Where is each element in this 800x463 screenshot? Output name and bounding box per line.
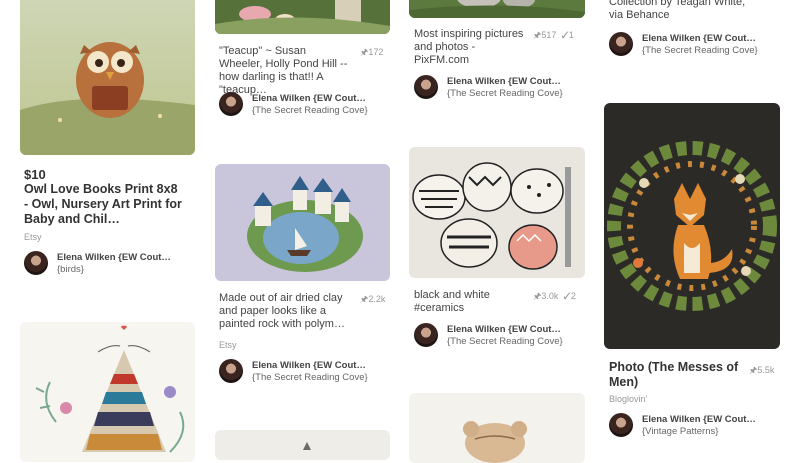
- pin-attribution[interactable]: Elena Wilken {EW Cout… {The Secret Readi…: [609, 32, 779, 58]
- pin-description[interactable]: Made out of air dried clay and paper loo…: [219, 292, 351, 331]
- pinner-name[interactable]: Elena Wilken {EW Cout…: [252, 93, 366, 104]
- board-name[interactable]: {The Secret Reading Cove}: [447, 88, 563, 99]
- check-icon: ✓: [561, 30, 569, 40]
- pin-image-fox[interactable]: [604, 103, 780, 349]
- pin-card-pixfm[interactable]: Most inspiring pictures and photos - Pix…: [409, 0, 585, 110]
- pinner-name[interactable]: Elena Wilken {EW Cout…: [642, 414, 756, 425]
- pin-description[interactable]: Owl Love Books Print 8x8 - Owl, Nursery …: [24, 182, 184, 227]
- pin-stats: 🖈︎517 ✓1: [533, 28, 574, 44]
- pin-image-partial[interactable]: [215, 430, 390, 460]
- avatar[interactable]: [24, 251, 48, 275]
- pin-source[interactable]: Etsy: [219, 340, 237, 350]
- repin-count: 517: [541, 30, 557, 40]
- pin-description[interactable]: "Teacup" ~ Susan Wheeler, Holly Pond Hil…: [219, 45, 351, 97]
- pin-image-pixfm[interactable]: [409, 0, 585, 18]
- pin-price: $10: [24, 167, 46, 182]
- repin-count: 172: [368, 47, 384, 57]
- pin-image-clay[interactable]: [215, 164, 390, 281]
- board-name[interactable]: {The Secret Reading Cove}: [447, 336, 563, 347]
- avatar[interactable]: [609, 413, 633, 437]
- pin-card-bear[interactable]: [409, 393, 585, 463]
- pinner-name[interactable]: Elena Wilken {EW Cout…: [252, 360, 366, 371]
- pin-image-bear[interactable]: [409, 393, 585, 463]
- repin-count: 5.5k: [757, 365, 775, 375]
- pin-card-fox[interactable]: Photo (The Messes of Men) 🖈︎5.5k Bloglov…: [604, 103, 780, 443]
- pin-card-ceramics[interactable]: black and white #ceramics 🖈︎3.0k ✓2 Elen…: [409, 147, 585, 357]
- pin-description[interactable]: Collection by Teagan White, via Behance: [609, 0, 749, 22]
- pin-attribution[interactable]: Elena Wilken {EW Cout… {The Secret Readi…: [414, 75, 584, 101]
- pin-card-teagan[interactable]: Collection by Teagan White, via Behance …: [604, 0, 780, 70]
- pin-stats: 🖈︎172: [360, 45, 383, 61]
- like-count: 2: [570, 291, 576, 301]
- avatar[interactable]: [414, 323, 438, 347]
- board-name[interactable]: {birds}: [57, 264, 84, 275]
- pin-image-teepee[interactable]: [20, 322, 195, 462]
- board-name[interactable]: {Vintage Patterns}: [642, 426, 718, 437]
- pin-attribution[interactable]: Elena Wilken {EW Cout… {The Secret Readi…: [219, 359, 389, 385]
- board-name[interactable]: {The Secret Reading Cove}: [252, 372, 368, 383]
- pin-image-teacup[interactable]: [215, 0, 390, 34]
- like-count: 1: [568, 30, 574, 40]
- pinner-name[interactable]: Elena Wilken {EW Cout…: [642, 33, 756, 44]
- pin-image-ceramics[interactable]: [409, 147, 585, 278]
- pin-description[interactable]: Photo (The Messes of Men): [609, 360, 744, 390]
- board-name[interactable]: {The Secret Reading Cove}: [642, 45, 758, 56]
- pin-card-teepee[interactable]: [20, 322, 195, 462]
- pinner-name[interactable]: Elena Wilken {EW Cout…: [447, 76, 561, 87]
- pin-attribution[interactable]: Elena Wilken {EW Cout… {The Secret Readi…: [219, 92, 389, 118]
- pin-stats: 🖈︎5.5k: [749, 363, 774, 379]
- pin-card-partial[interactable]: [215, 430, 390, 460]
- pin-description[interactable]: black and white #ceramics: [414, 289, 524, 315]
- pin-attribution[interactable]: Elena Wilken {EW Cout… {The Secret Readi…: [414, 323, 584, 349]
- repin-count: 2.2k: [368, 294, 386, 304]
- check-icon: ✓: [563, 291, 571, 301]
- pin-source[interactable]: Bloglovin': [609, 394, 647, 404]
- pinner-name[interactable]: Elena Wilken {EW Cout…: [57, 252, 171, 263]
- avatar[interactable]: [219, 359, 243, 383]
- avatar[interactable]: [414, 75, 438, 99]
- board-name[interactable]: {The Secret Reading Cove}: [252, 105, 368, 116]
- pin-card-teacup[interactable]: "Teacup" ~ Susan Wheeler, Holly Pond Hil…: [215, 0, 390, 150]
- pin-stats: 🖈︎3.0k ✓2: [533, 289, 576, 305]
- avatar[interactable]: [609, 32, 633, 56]
- pin-card-owl[interactable]: $10 Owl Love Books Print 8x8 - Owl, Nurs…: [20, 0, 195, 300]
- repin-count: 3.0k: [541, 291, 559, 301]
- pinner-name[interactable]: Elena Wilken {EW Cout…: [447, 324, 561, 335]
- pin-attribution[interactable]: Elena Wilken {EW Cout… {birds}: [24, 251, 194, 277]
- pin-attribution[interactable]: Elena Wilken {EW Cout… {Vintage Patterns…: [609, 413, 779, 439]
- pin-image-owl[interactable]: [20, 0, 195, 155]
- pin-stats: 🖈︎2.2k: [360, 292, 385, 308]
- pin-card-clay[interactable]: Made out of air dried clay and paper loo…: [215, 164, 390, 394]
- pin-source[interactable]: Etsy: [24, 232, 42, 242]
- pin-description[interactable]: Most inspiring pictures and photos - Pix…: [414, 28, 524, 67]
- avatar[interactable]: [219, 92, 243, 116]
